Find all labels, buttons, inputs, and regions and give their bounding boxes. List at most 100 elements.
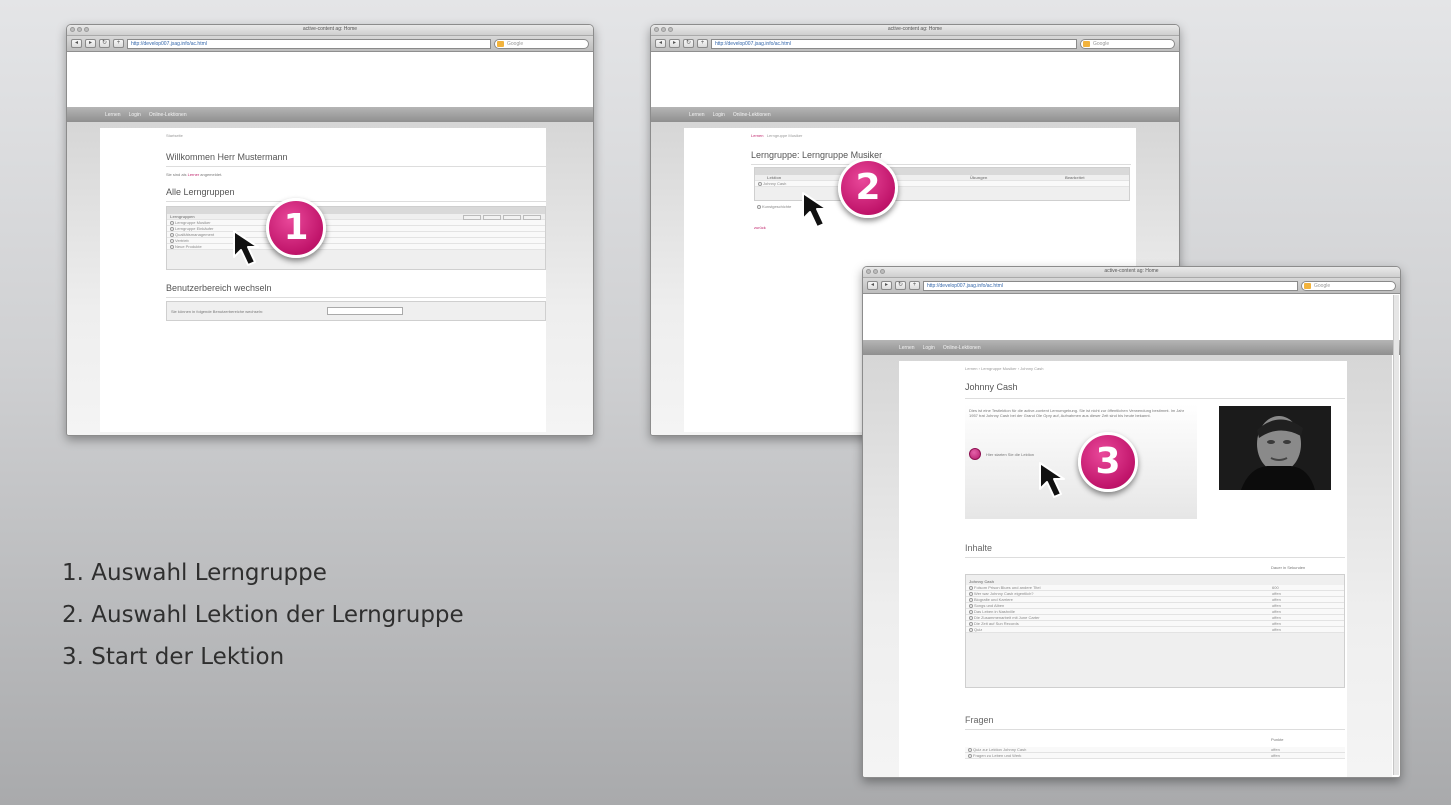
nav-item-online[interactable]: Online-Lektionen: [149, 112, 187, 118]
breadcrumb[interactable]: Startseite: [166, 133, 183, 138]
title-bar: active-content ag: Home: [67, 25, 593, 36]
pager-button[interactable]: [523, 215, 541, 220]
site-nav: Lernen Login Online-Lektionen: [651, 107, 1179, 122]
radio-icon: [969, 592, 973, 596]
slide: active-content ag: Home ◂ ▸ ↻ + http://d…: [0, 0, 1451, 805]
nav-item-lernen[interactable]: Lernen: [689, 112, 705, 118]
reload-icon[interactable]: ↻: [99, 39, 110, 48]
title-bar: active-content ag: Home: [651, 25, 1179, 36]
browser-toolbar: ◂ ▸ ↻ + http://develop007.jsag.info/ac.h…: [863, 278, 1400, 294]
inhalte-heading: Inhalte: [965, 543, 993, 553]
questions-list: Quiz zur Lektion Johnny Cash offen Fragen…: [965, 747, 1345, 759]
search-engine-icon: [497, 40, 504, 47]
punkte-label: Punkte: [1271, 737, 1284, 742]
radio-icon: [170, 239, 174, 243]
search-engine-icon: [1304, 282, 1311, 289]
nav-item-lernen[interactable]: Lernen: [899, 345, 915, 351]
crumb-link[interactable]: Lernen: [751, 133, 763, 138]
contents-table: Johnny Cash Folsom Prison Blues und ande…: [965, 574, 1345, 688]
browser-toolbar: ◂ ▸ ↻ + http://develop007.jsag.info/ac.h…: [651, 36, 1179, 52]
radio-icon: [968, 748, 972, 752]
switch-box: Sie können in folgende Benutzerbereiche …: [166, 301, 546, 321]
radio-icon: [969, 616, 973, 620]
url-field[interactable]: http://develop007.jsag.info/ac.html: [711, 38, 1077, 49]
add-bookmark-icon[interactable]: +: [909, 281, 920, 290]
breadcrumb[interactable]: Lernen › Lerngruppe Musiker › Johnny Cas…: [965, 366, 1044, 371]
url-field[interactable]: http://develop007.jsag.info/ac.html: [923, 280, 1298, 291]
radio-icon: [758, 182, 762, 186]
portrait-image: [1219, 406, 1331, 490]
page-area: Lernen › Lerngruppe Musiker › Johnny Cas…: [863, 355, 1392, 777]
site-banner: [863, 294, 1400, 340]
window-title: active-content ag: Home: [302, 26, 358, 32]
switch-text: Sie können in folgende Benutzerbereiche …: [171, 309, 264, 314]
switch-heading: Benutzerbereich wechseln: [166, 283, 272, 293]
nav-item-login[interactable]: Login: [923, 345, 935, 351]
arrow-cursor-icon: [233, 230, 259, 266]
intro-text: Dies ist eine Testlektion für die active…: [969, 408, 1185, 418]
radio-icon: [969, 622, 973, 626]
nav-item-online[interactable]: Online-Lektionen: [943, 345, 981, 351]
reload-icon[interactable]: ↻: [683, 39, 694, 48]
role-link[interactable]: Lerner: [188, 172, 200, 177]
step-badge-3: 3: [1078, 432, 1138, 492]
table-row[interactable]: Fragen zu Leben und Werk offen: [965, 753, 1345, 759]
welcome-heading: Willkommen Herr Mustermann: [166, 152, 288, 162]
site-nav: Lernen Login Online-Lektionen: [863, 340, 1400, 355]
groups-table: Lerngruppen Lerngruppe Musiker Lerngrupp…: [166, 206, 546, 270]
radio-icon: [968, 754, 972, 758]
login-status: Sie sind als Lerner angemeldet.: [166, 172, 223, 177]
site-nav: Lernen Login Online-Lektionen: [67, 107, 593, 122]
back-icon[interactable]: ◂: [655, 39, 666, 48]
arrow-cursor-icon: [802, 192, 828, 228]
radio-icon: [170, 221, 174, 225]
add-bookmark-icon[interactable]: +: [697, 39, 708, 48]
add-bookmark-icon[interactable]: +: [113, 39, 124, 48]
radio-icon: [969, 610, 973, 614]
back-icon[interactable]: ◂: [867, 281, 878, 290]
lesson-heading: Johnny Cash: [965, 382, 1018, 392]
table-header: Lektion Übungen Bearbeitet: [755, 175, 1129, 181]
pager-button[interactable]: [503, 215, 521, 220]
url-field[interactable]: http://develop007.jsag.info/ac.html: [127, 38, 491, 49]
radio-icon: [170, 227, 174, 231]
nav-item-online[interactable]: Online-Lektionen: [733, 112, 771, 118]
reload-icon[interactable]: ↻: [895, 281, 906, 290]
table-row[interactable]: Quiz offen: [966, 627, 1344, 633]
title-bar: active-content ag: Home: [863, 267, 1400, 278]
forward-icon[interactable]: ▸: [669, 39, 680, 48]
step-badge-2: 2: [838, 158, 898, 218]
search-input[interactable]: Google: [494, 38, 589, 49]
back-link[interactable]: zurück: [754, 225, 766, 230]
search-input[interactable]: Google: [1301, 280, 1396, 291]
search-input[interactable]: Google: [1080, 38, 1175, 49]
browser-window-1: active-content ag: Home ◂ ▸ ↻ + http://d…: [66, 24, 594, 436]
pager-button[interactable]: [463, 215, 481, 220]
table-row[interactable]: Johnny Cash: [755, 181, 1129, 187]
scrollbar[interactable]: [1393, 295, 1399, 775]
step-badge-1: 1: [266, 198, 326, 258]
browser-window-3: active-content ag: Home ◂ ▸ ↻ + http://d…: [862, 266, 1401, 778]
breadcrumb: Lernen Lerngruppe Musiker: [751, 133, 803, 138]
site-banner: [67, 52, 593, 107]
step-3-label: 3. Start der Lektion: [62, 644, 285, 670]
nav-item-login[interactable]: Login: [129, 112, 141, 118]
browser-toolbar: ◂ ▸ ↻ + http://develop007.jsag.info/ac.h…: [67, 36, 593, 52]
start-label[interactable]: Hier starten Sie die Lektion: [986, 452, 1034, 457]
table-row[interactable]: Neue Produkte: [167, 244, 545, 250]
pager-button[interactable]: [483, 215, 501, 220]
search-engine-icon: [1083, 40, 1090, 47]
window-title: active-content ag: Home: [1104, 268, 1159, 274]
nav-item-login[interactable]: Login: [713, 112, 725, 118]
forward-icon[interactable]: ▸: [881, 281, 892, 290]
radio-icon: [757, 205, 761, 209]
dauer-label: Dauer in Sekunden: [1271, 565, 1306, 570]
back-icon[interactable]: ◂: [71, 39, 82, 48]
site-banner: [651, 52, 1179, 107]
forward-icon[interactable]: ▸: [85, 39, 96, 48]
area-select[interactable]: [327, 307, 403, 315]
nav-item-lernen[interactable]: Lernen: [105, 112, 121, 118]
window-title: active-content ag: Home: [887, 26, 943, 32]
start-button[interactable]: [969, 448, 981, 460]
steps-list: 1. Auswahl Lerngruppe 2. Auswahl Lektion…: [62, 552, 464, 678]
